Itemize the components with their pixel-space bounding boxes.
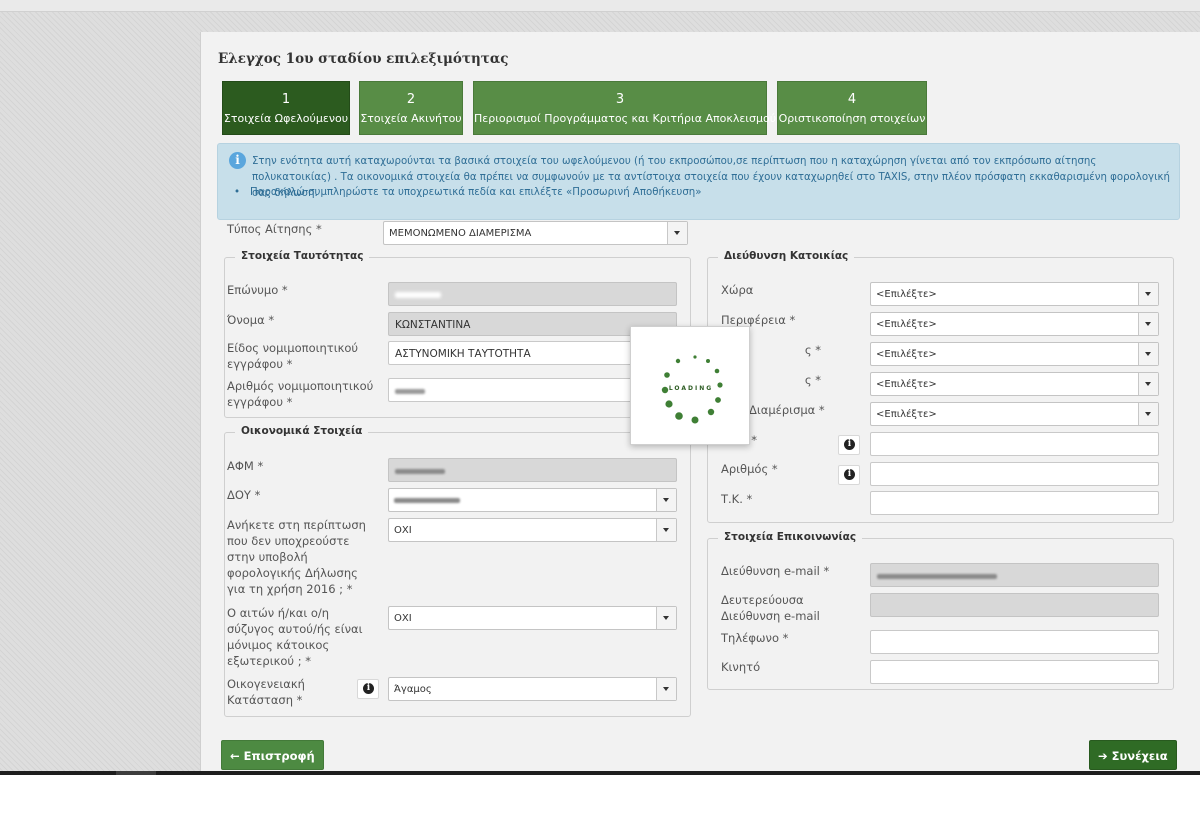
step-label: Στοιχεία Ακινήτου [360,112,462,125]
redacted-value [395,388,425,394]
chevron-down-icon [656,678,676,700]
select-value: <Επιλέξτε> [876,409,937,420]
name-value: ΚΩΝΣΤΑΝΤΙΝΑ [395,319,471,331]
select-value: <Επιλέξτε> [876,349,937,360]
taskbar-strip [0,771,1200,775]
phone-label: Τηλέφωνο * [721,631,789,645]
doc-type-value: ΑΣΤΥΝΟΜΙΚΗ ΤΑΥΤΟΤΗΤΑ [395,348,531,360]
secondary-email-label: Δευτερεύουσα Διεύθυνση e-mail [721,593,820,623]
step-4-tab[interactable]: 4 Οριστικοποίηση στοιχείων [777,81,927,135]
email-field[interactable] [870,563,1159,587]
chevron-down-icon [656,607,676,629]
redacted-value [877,573,997,579]
step-label: Οριστικοποίηση στοιχείων [778,112,926,125]
mobile-label: Κινητό [721,660,761,674]
step-1-tab[interactable]: 1 Στοιχεία Ωφελούμενου [222,81,350,135]
marital-label: Οικογενειακή Κατάσταση * [227,677,305,707]
application-type-label: Τύπος Αίτησης * [227,222,322,236]
step-number: 3 [615,92,625,107]
chevron-down-icon [1138,373,1158,395]
info-icon: i [229,152,246,169]
select-value: <Επιλέξτε> [876,289,937,300]
financial-legend: Οικονομικά Στοιχεία [235,425,369,437]
surname-label: Επώνυμο * [227,283,288,297]
identity-legend: Στοιχεία Ταυτότητας [235,250,370,262]
afm-label: ΑΦΜ * [227,459,264,473]
chevron-down-icon [656,489,676,511]
street-info-button[interactable] [838,435,860,455]
resident-abroad-label: Ο αιτών ή/και ο/η σύζυγος αυτού/ής είναι… [227,606,363,668]
loading-overlay: LOADING [630,326,750,445]
doy-label: ΔΟΥ * [227,488,261,502]
contact-legend: Στοιχεία Επικοινωνίας [718,531,863,543]
number-field[interactable] [870,462,1159,486]
select-value: ΟΧΙ [394,613,412,624]
step-number: 1 [281,92,291,107]
chevron-down-icon [667,222,687,244]
step-label: Στοιχεία Ωφελούμενου [223,112,349,125]
chevron-down-icon [656,519,676,541]
number-label: Αριθμός * [721,462,778,476]
redacted-value [395,468,445,474]
postal-code-label: Τ.Κ. * [721,492,753,506]
step-number: 2 [406,92,416,107]
chevron-down-icon [1138,283,1158,305]
browser-viewport: Ελεγχος 1ου σταδίου επιλεξιμότητας 1 Στο… [0,0,1200,775]
street-field[interactable] [870,432,1159,456]
address-select-4[interactable]: <Επιλέξτε> [870,372,1159,396]
page-title: Ελεγχος 1ου σταδίου επιλεξιμότητας [218,51,509,67]
chevron-down-icon [1138,313,1158,335]
mobile-field[interactable] [870,660,1159,684]
chevron-down-icon [1138,403,1158,425]
step-label: Περιορισμοί Προγράμματος και Κριτήρια Απ… [474,112,777,125]
address-select-3[interactable]: <Επιλέξτε> [870,342,1159,366]
step-number: 4 [847,92,857,107]
afm-field[interactable] [388,458,677,482]
info-alert: i Στην ενότητα αυτή καταχωρούνται τα βασ… [217,143,1180,220]
doc-number-label: Αριθμός νομιμοποιητικού εγγράφου * [227,379,374,409]
email-label: Διεύθυνση e-mail * [721,564,830,578]
select-value: ΟΧΙ [394,525,412,536]
region-select[interactable]: <Επιλέξτε> [870,312,1159,336]
address-select-5[interactable]: <Επιλέξτε> [870,402,1159,426]
application-type-select[interactable]: ΜΕΜΟΝΩΜΕΝΟ ΔΙΑΜΕΡΙΣΜΑ [383,221,688,245]
redacted-value [394,497,460,503]
step-3-tab[interactable]: 3 Περιορισμοί Προγράμματος και Κριτήρια … [473,81,777,135]
phone-field[interactable] [870,630,1159,654]
loading-text: LOADING [668,385,714,392]
select-value: Άγαμος [394,684,432,695]
surname-field[interactable] [388,282,677,306]
number-info-button[interactable] [838,465,860,485]
select-value: <Επιλέξτε> [876,379,937,390]
select-value: ΜΕΜΟΝΩΜΕΝΟ ΔΙΑΜΕΡΙΣΜΑ [389,228,532,239]
select-value: <Επιλέξτε> [876,319,937,330]
chevron-down-icon [1138,343,1158,365]
not-obliged-label: Ανήκετε στη περίπτωση που δεν υποχρεούστ… [227,518,366,596]
step-2-tab[interactable]: 2 Στοιχεία Ακινήτου [359,81,463,135]
back-button[interactable]: ← Επιστροφή [221,740,324,770]
info-bullet: Παρακαλώ συμπληρώστε τα υποχρεωτικά πεδί… [234,187,701,198]
name-label: Όνομα * [227,313,275,327]
secondary-email-field[interactable] [870,593,1159,617]
address-legend: Διεύθυνση Κατοικίας [718,250,855,262]
redacted-value [395,292,441,298]
marital-select[interactable]: Άγαμος [388,677,677,701]
taskbar-segment [116,771,156,775]
not-obliged-select[interactable]: ΟΧΙ [388,518,677,542]
doy-select[interactable] [388,488,677,512]
next-button[interactable]: ➔ Συνέχεια [1089,740,1177,770]
marital-info-button[interactable] [357,679,379,699]
doc-type-label: Είδος νομιμοποιητικού εγγράφου * [227,341,359,371]
country-label: Χώρα [721,283,754,297]
country-select[interactable]: <Επιλέξτε> [870,282,1159,306]
postal-code-field[interactable] [870,491,1159,515]
window-top-edge [0,0,1200,12]
address-field-5-label: Διαμέρισμα * [749,403,825,417]
resident-abroad-select[interactable]: ΟΧΙ [388,606,677,630]
